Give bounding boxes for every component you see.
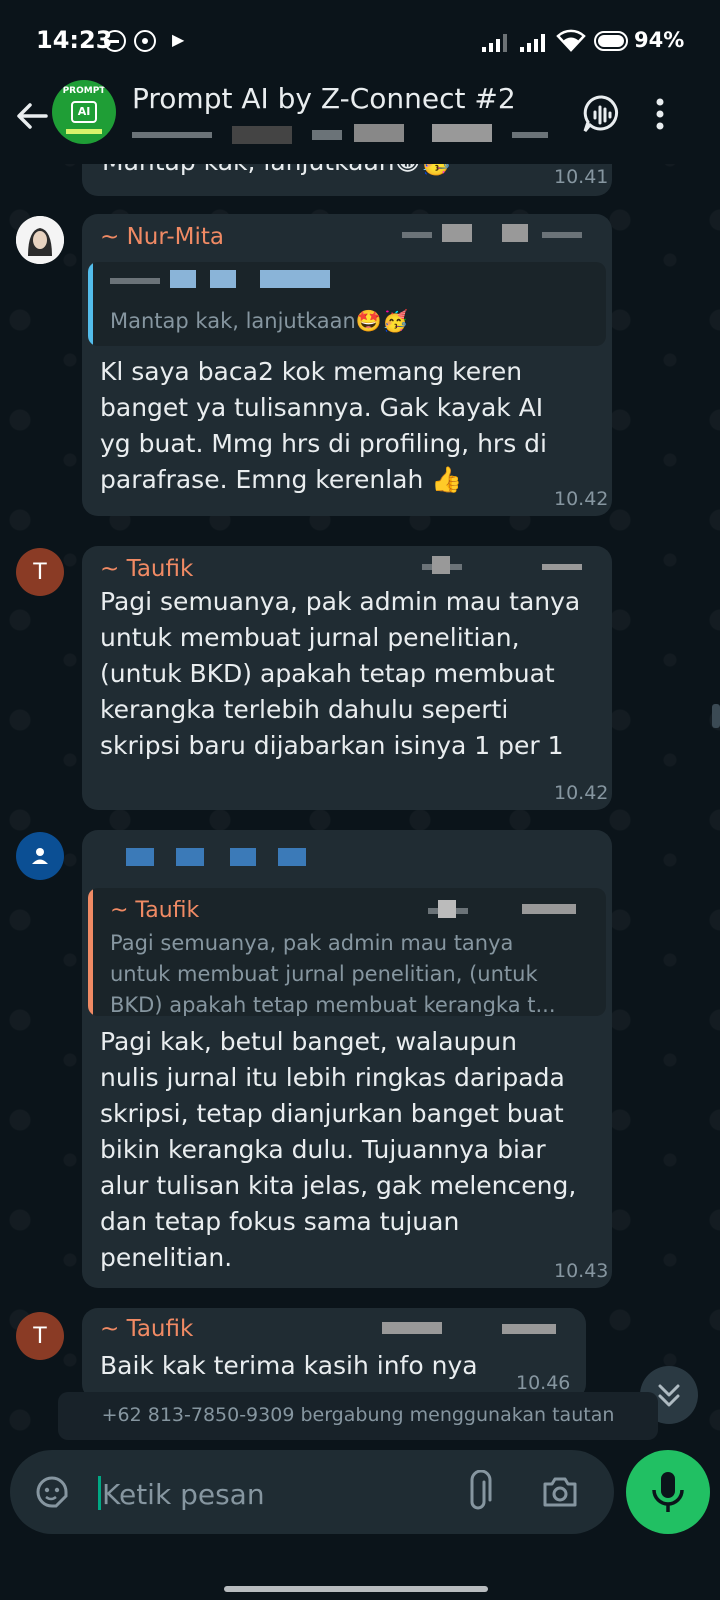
attach-icon[interactable] <box>462 1470 496 1514</box>
message-time: 10.42 <box>554 782 609 804</box>
back-arrow-icon[interactable] <box>12 96 52 136</box>
mic-icon <box>652 1472 684 1512</box>
voice-record-button[interactable] <box>626 1450 710 1534</box>
text-cursor <box>98 1476 101 1510</box>
battery-level: 94% <box>634 28 685 52</box>
message-bubble[interactable]: ~ Taufik Baik kak terima kasih info nya … <box>82 1308 586 1400</box>
message-bubble[interactable]: ~ Taufik Pagi semuanya, pak admin mau ta… <box>82 830 612 1288</box>
sender-phone-redacted <box>422 556 592 578</box>
chat-header: PROMPT AI Prompt AI by Z-Connect #2 <box>0 80 720 164</box>
quote-text: Pagi semuanya, pak admin mau tanya untuk… <box>110 931 556 1016</box>
person-icon <box>32 848 48 864</box>
avatar-logo-badge: AI <box>71 101 97 123</box>
message-time: 10.43 <box>554 1260 609 1282</box>
sender-phone-redacted <box>402 224 592 246</box>
quoted-message[interactable]: ~ Taufik Pagi semuanya, pak admin mau ta… <box>88 888 606 1016</box>
quote-sender-redacted <box>110 270 340 292</box>
message-text: Pagi kak, betul banget, walaupun nulis j… <box>100 1027 577 1272</box>
avatar[interactable] <box>16 832 64 880</box>
quote-text: Mantap kak, lanjutkaan🤩🥳 <box>110 309 409 333</box>
status-time: 14:23 <box>36 26 113 54</box>
sender-name[interactable]: ~ Taufik <box>100 1316 193 1342</box>
quote-sender: ~ Taufik <box>110 898 200 923</box>
play-icon: ▶ <box>172 30 185 49</box>
sticker-icon[interactable] <box>32 1472 72 1512</box>
message-input-container[interactable]: Ketik pesan <box>10 1450 614 1534</box>
record-icon <box>134 30 156 52</box>
scroll-handle[interactable] <box>712 704 720 728</box>
group-title[interactable]: Prompt AI by Z-Connect #2 <box>132 82 516 115</box>
avatar[interactable] <box>16 216 64 264</box>
home-indicator <box>224 1586 488 1592</box>
dnd-icon <box>104 30 126 52</box>
avatar[interactable]: T <box>16 548 64 596</box>
sender-phone-redacted <box>382 1318 572 1340</box>
message-time: 10.46 <box>516 1372 571 1394</box>
quote-accent-bar <box>88 888 93 1016</box>
sender-name-redacted <box>126 848 366 870</box>
signal-icon <box>482 32 507 52</box>
wifi-icon <box>556 29 586 52</box>
profile-photo-icon <box>16 216 64 264</box>
message-input[interactable]: Ketik pesan <box>102 1478 265 1511</box>
avatar[interactable]: T <box>16 1312 64 1360</box>
quote-phone-redacted <box>428 900 588 922</box>
voice-chat-icon[interactable] <box>580 92 624 136</box>
message-time: 10.41 <box>554 166 609 188</box>
avatar-logo-text: PROMPT <box>62 86 106 96</box>
system-message: +62 813-7850-9309 bergabung menggunakan … <box>58 1392 658 1440</box>
member-list-redacted <box>132 124 552 144</box>
status-bar: 14:23 ▶ 94% <box>0 0 720 80</box>
quoted-message[interactable]: Mantap kak, lanjutkaan🤩🥳 <box>88 262 606 346</box>
message-text: Baik kak terima kasih info nya <box>100 1351 478 1380</box>
message-bubble[interactable]: ~ Taufik Pagi semuanya, pak admin mau ta… <box>82 546 612 810</box>
message-text: Kl saya baca2 kok memang keren banget ya… <box>100 357 547 494</box>
quote-accent-bar <box>88 262 93 346</box>
more-options-icon[interactable] <box>648 92 672 136</box>
sender-name[interactable]: ~ Nur-Mita <box>100 224 224 250</box>
battery-icon <box>594 31 628 51</box>
signal-icon-2 <box>520 32 545 52</box>
avatar-logo-bar <box>66 129 102 134</box>
message-time: 10.42 <box>554 488 609 510</box>
avatar-letter: T <box>33 1323 47 1349</box>
message-bubble[interactable]: ~ Nur-Mita Mantap kak, lanjutkaan🤩🥳 Kl s… <box>82 214 612 516</box>
message-text: Pagi semuanya, pak admin mau tanya untuk… <box>100 587 581 760</box>
group-avatar[interactable]: PROMPT AI <box>52 80 116 144</box>
avatar-letter: T <box>33 559 47 585</box>
camera-icon[interactable] <box>540 1472 580 1512</box>
input-area: Ketik pesan <box>0 1440 720 1600</box>
sender-name[interactable]: ~ Taufik <box>100 556 193 582</box>
